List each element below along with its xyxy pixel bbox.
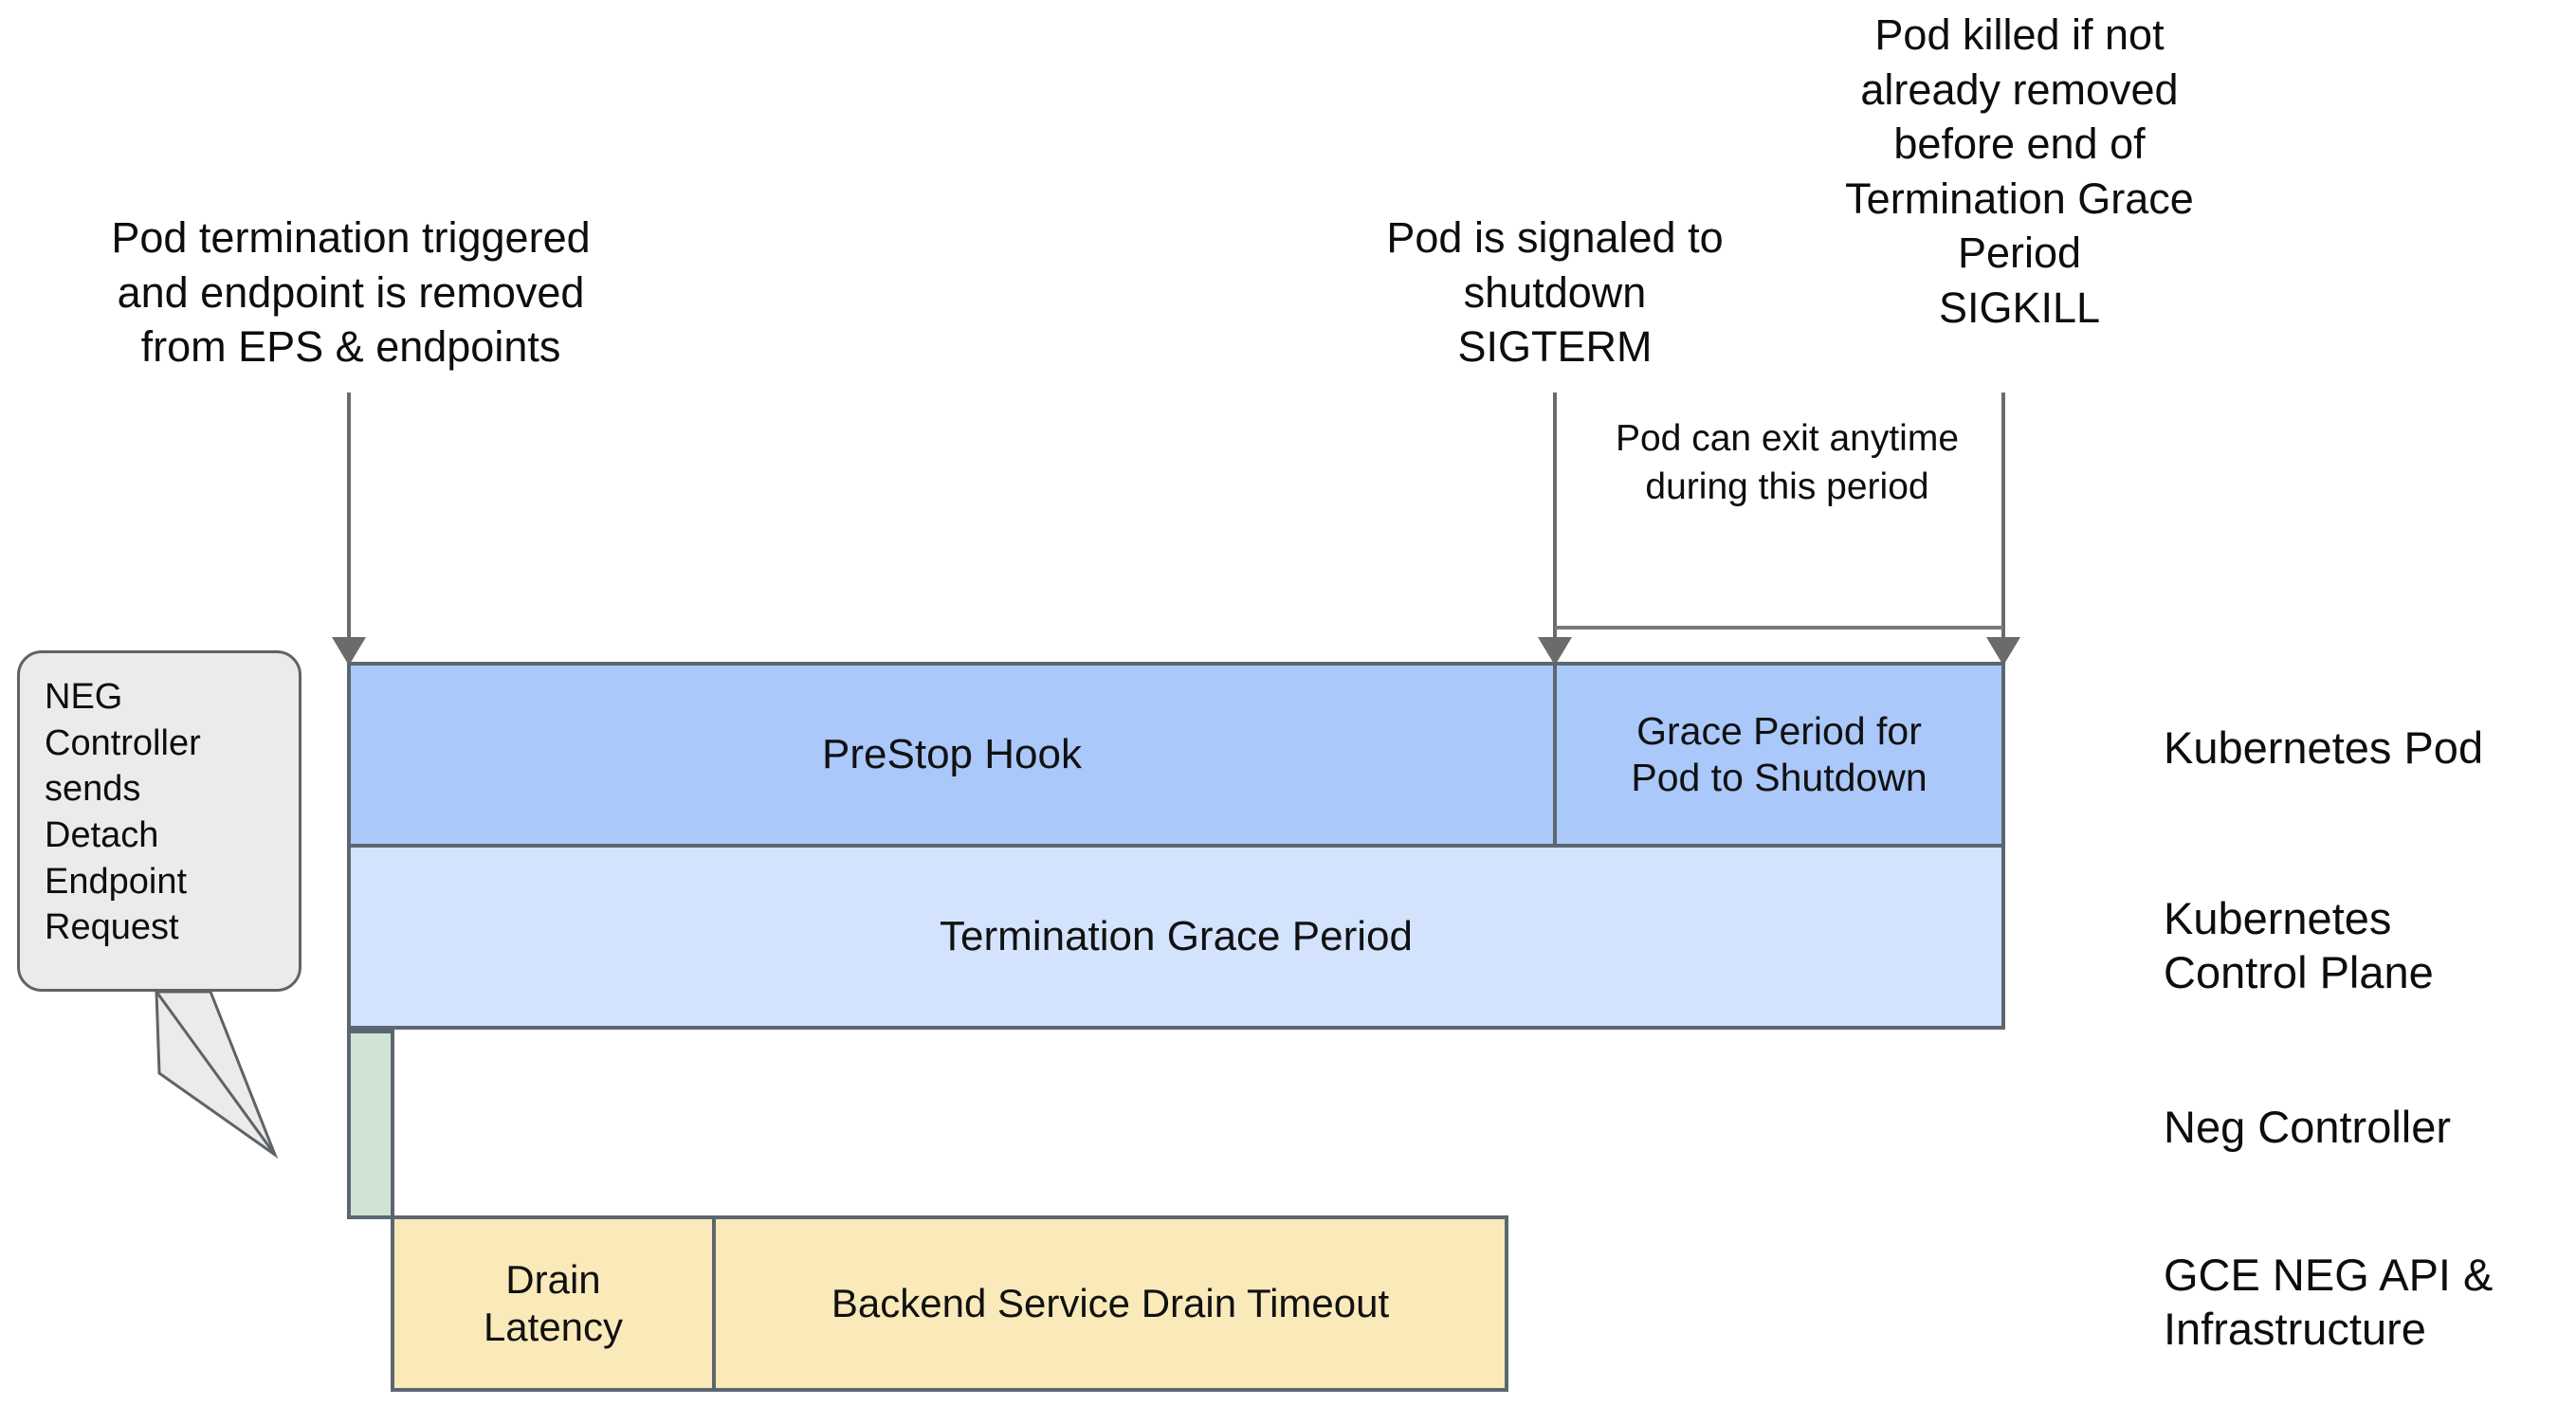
annotation-pod-killed-sigkill: Pod killed if not already removed before… (1845, 10, 2194, 332)
annotation-pod-termination-triggered: Pod termination triggered and endpoint i… (111, 213, 591, 372)
arrow-line-sigkill (2001, 393, 2005, 645)
bar-label-drain-latency: Drain Latency (483, 1256, 624, 1349)
lane-label-gce-neg-api: GCE NEG API & Infrastructure (2164, 1250, 2494, 1355)
callout-tail-icon (155, 990, 279, 1159)
neg-controller-callout: NEG Controller sends Detach Endpoint Req… (17, 650, 301, 992)
bar-termination-grace-period: Termination Grace Period (347, 844, 2005, 1030)
bar-label-backend-service-drain-timeout: Backend Service Drain Timeout (831, 1280, 1390, 1325)
bar-label-termination-grace-period: Termination Grace Period (940, 912, 1413, 959)
lane-label-neg-controller: Neg Controller (2164, 1102, 2452, 1152)
bar-prestop-hook: PreStop Hook (347, 662, 1557, 848)
span-line-pod-exit-period (1555, 626, 2003, 630)
bar-grace-period-pod-shutdown: Grace Period for Pod to Shutdown (1553, 662, 2005, 848)
bar-backend-service-drain-timeout: Backend Service Drain Timeout (712, 1215, 1508, 1392)
bar-label-grace-period-pod-shutdown: Grace Period for Pod to Shutdown (1631, 708, 1927, 799)
bar-drain-latency: Drain Latency (391, 1215, 716, 1392)
lane-label-kubernetes-pod: Kubernetes Pod (2164, 722, 2484, 773)
lane-label-kubernetes-control-plane: Kubernetes Control Plane (2164, 893, 2434, 998)
arrow-line-termination-triggered (347, 393, 351, 645)
annotation-pod-signaled-shutdown: Pod is signaled to shutdown SIGTERM (1386, 213, 1724, 372)
bar-label-prestop-hook: PreStop Hook (822, 730, 1082, 777)
diagram-canvas: Pod termination triggered and endpoint i… (0, 0, 2576, 1406)
arrow-line-sigterm (1553, 393, 1557, 645)
annotation-pod-can-exit-anytime: Pod can exit anytime during this period (1615, 418, 1960, 507)
